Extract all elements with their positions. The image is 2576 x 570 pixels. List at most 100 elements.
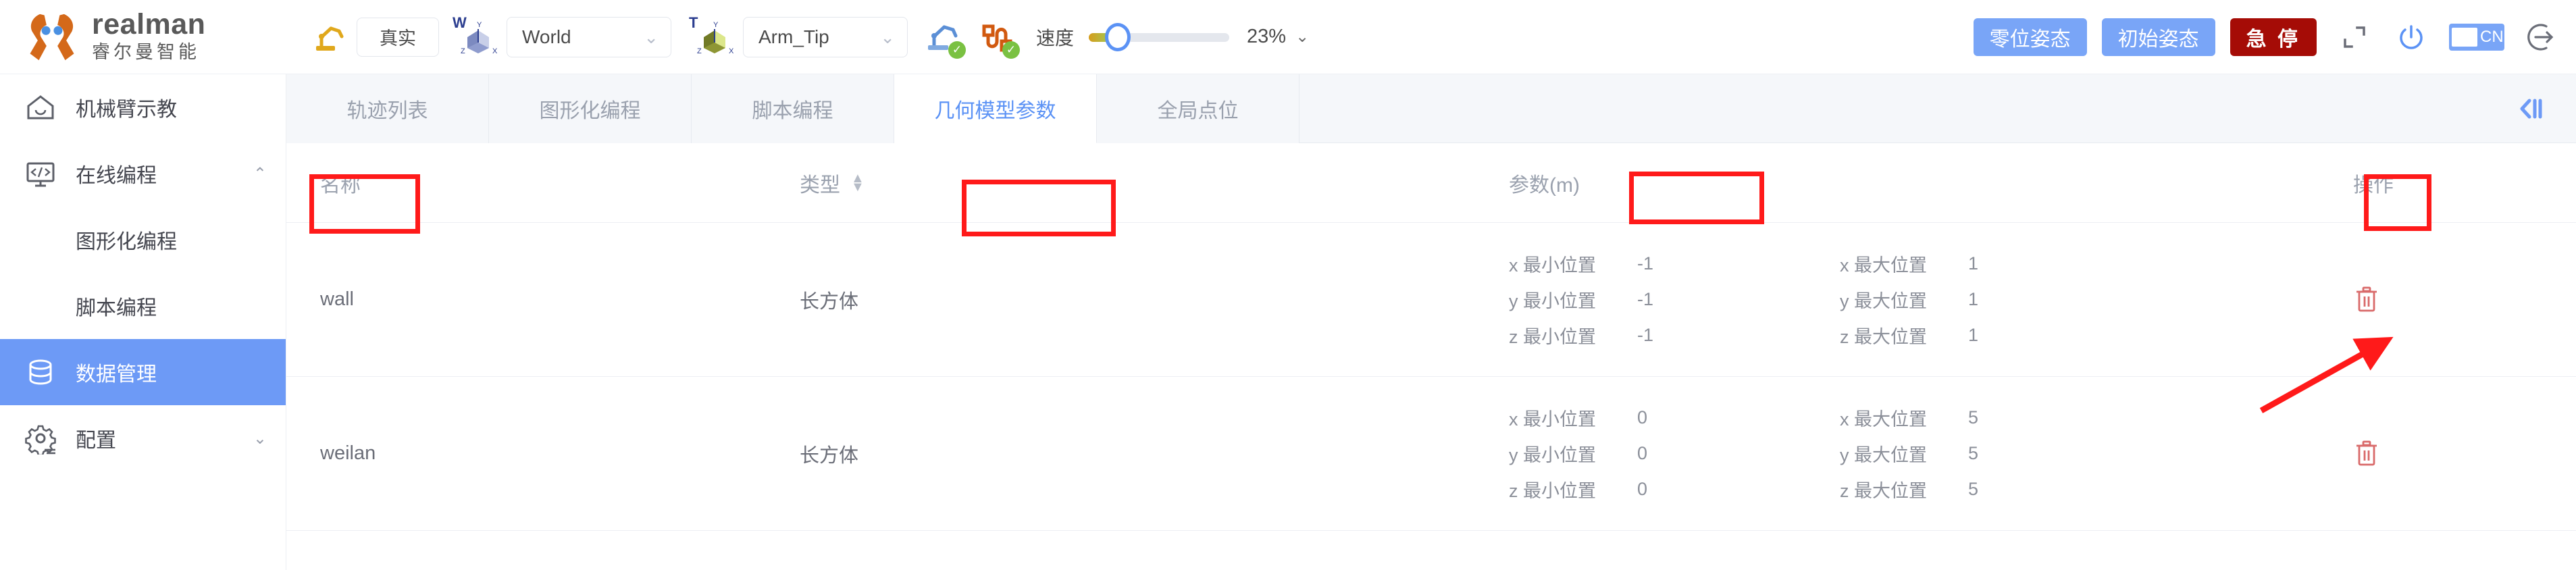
tab-geometry-model-params[interactable]: 几何模型参数 xyxy=(894,74,1097,143)
tab-graphical-programming[interactable]: 图形化编程 xyxy=(489,74,692,143)
param-line: y 最小位置 0 y 最大位置 5 xyxy=(1509,440,2049,467)
param-min-value: -1 xyxy=(1637,325,1654,345)
cable-connected-icon: ✓ xyxy=(979,20,1020,59)
svg-text:Y: Y xyxy=(713,21,719,29)
world-frame-select[interactable]: World ⌄ xyxy=(507,16,671,57)
sidebar-item-script-programming[interactable]: 脚本编程 xyxy=(0,273,286,339)
speed-slider[interactable] xyxy=(1089,22,1230,53)
flag-icon xyxy=(2452,27,2477,47)
svg-text:Y: Y xyxy=(477,21,482,29)
mode-button[interactable]: 真实 xyxy=(357,17,439,57)
tab-bar: 轨迹列表 图形化编程 脚本编程 几何模型参数 全局点位 xyxy=(286,74,2576,143)
database-icon xyxy=(23,355,58,390)
tab-script-programming[interactable]: 脚本编程 xyxy=(692,74,894,143)
tab-global-points[interactable]: 全局点位 xyxy=(1097,74,1299,143)
row-name: weilan xyxy=(320,442,376,464)
param-min-value: 0 xyxy=(1637,407,1648,428)
column-header-param-label: 参数(m) xyxy=(1509,174,1580,197)
emergency-stop-button[interactable]: 急 停 xyxy=(2230,18,2317,56)
app-root: realman 睿尔曼智能 真实 W Y Z X World ⌄ T Y Z X… xyxy=(0,0,2576,570)
cell-params: x 最小位置 0 x 最大位置 5 y 最小位置 0 y 最大位置 5 z 最小… xyxy=(1475,405,2313,502)
sidebar-item-robot-teach[interactable]: 机械臂示教 xyxy=(0,74,286,140)
logout-icon[interactable] xyxy=(2523,18,2561,56)
sidebar: 机械臂示教 在线编程 ⌃ 图形化编程 脚本编程 数据管理 配置 ⌄ xyxy=(0,74,286,570)
param-min-key: x 最小位置 xyxy=(1509,255,1597,276)
zero-pose-label: 零位姿态 xyxy=(1989,28,2071,51)
param-max-value: 5 xyxy=(1968,443,1979,463)
top-toolbar: realman 睿尔曼智能 真实 W Y Z X World ⌄ T Y Z X… xyxy=(0,0,2576,74)
fullscreen-icon[interactable] xyxy=(2336,18,2373,56)
param-min-key: y 最小位置 xyxy=(1509,445,1597,465)
init-pose-button[interactable]: 初始姿态 xyxy=(2101,18,2215,56)
sidebar-item-configuration[interactable]: 配置 ⌄ xyxy=(0,405,286,471)
param-min-key: z 最小位置 xyxy=(1509,481,1597,501)
tab-label: 脚本编程 xyxy=(752,100,833,122)
power-icon[interactable] xyxy=(2392,18,2430,56)
param-line: z 最小位置 0 z 最大位置 5 xyxy=(1509,476,2049,502)
speed-slider-knob[interactable] xyxy=(1105,22,1131,51)
param-line: x 最小位置 0 x 最大位置 5 xyxy=(1509,405,2049,431)
param-max-key: y 最大位置 xyxy=(1840,445,1928,465)
table-row[interactable]: weilan 长方体 x 最小位置 0 x 最大位置 5 y 最小位置 0 y … xyxy=(286,377,2576,531)
cell-operation xyxy=(2313,439,2576,469)
sidebar-item-label: 在线编程 xyxy=(76,165,157,187)
sidebar-item-label: 配置 xyxy=(76,430,116,452)
trash-icon[interactable] xyxy=(2353,285,2380,315)
top-toolbar-right: 零位姿态 初始姿态 急 停 CN xyxy=(1959,18,2576,56)
gear-cloud-icon xyxy=(23,421,58,456)
robot-arm-connected-icon: ✓ xyxy=(925,20,966,59)
language-switch[interactable]: CN xyxy=(2449,23,2504,51)
sidebar-item-graphical-programming[interactable]: 图形化编程 xyxy=(0,207,286,273)
table-row[interactable]: wall 长方体 x 最小位置 -1 x 最大位置 1 y 最小位置 -1 y … xyxy=(286,223,2576,377)
param-min-key: y 最小位置 xyxy=(1509,291,1597,311)
status-check-badge: ✓ xyxy=(1002,41,1020,59)
tab-trajectory-list[interactable]: 轨迹列表 xyxy=(286,74,489,143)
chevron-up-icon: ⌃ xyxy=(253,164,267,183)
param-max-value: 1 xyxy=(1968,253,1979,274)
tab-label: 几何模型参数 xyxy=(934,99,1056,122)
table-header-row: 名称 类型 ▲ ▼ 参数(m) 操作 xyxy=(286,143,2576,223)
sidebar-item-data-management[interactable]: 数据管理 xyxy=(0,339,286,405)
param-min-value: 0 xyxy=(1637,443,1648,463)
sort-arrows-icon[interactable]: ▲ ▼ xyxy=(851,172,865,194)
language-label: CN xyxy=(2480,27,2504,46)
tool-frame-select[interactable]: Arm_Tip ⌄ xyxy=(743,16,908,57)
column-header-type[interactable]: 类型 ▲ ▼ xyxy=(800,168,1475,198)
svg-text:X: X xyxy=(729,47,734,55)
sidebar-item-online-programming[interactable]: 在线编程 ⌃ xyxy=(0,140,286,207)
param-grid: x 最小位置 0 x 最大位置 5 y 最小位置 0 y 最大位置 5 z 最小… xyxy=(1509,405,2049,502)
param-min-key: z 最小位置 xyxy=(1509,327,1597,347)
chevron-down-icon: ⌄ xyxy=(644,26,659,47)
param-max-key: y 最大位置 xyxy=(1840,291,1928,311)
param-min-key: x 最小位置 xyxy=(1509,409,1597,430)
brand-name-en: realman xyxy=(92,7,206,41)
collapse-panel-icon[interactable] xyxy=(2485,74,2576,142)
zero-pose-button[interactable]: 零位姿态 xyxy=(1973,18,2087,56)
svg-text:X: X xyxy=(492,47,498,55)
param-grid: x 最小位置 -1 x 最大位置 1 y 最小位置 -1 y 最大位置 1 z … xyxy=(1509,251,2049,348)
mode-button-label: 真实 xyxy=(380,28,416,49)
column-header-param: 参数(m) xyxy=(1475,168,2313,198)
svg-text:Z: Z xyxy=(697,47,702,55)
param-min-value: -1 xyxy=(1637,253,1654,274)
sidebar-item-label: 数据管理 xyxy=(76,363,157,386)
cell-type: 长方体 xyxy=(800,286,1475,314)
emergency-stop-label: 急 停 xyxy=(2246,28,2300,51)
param-min-value: 0 xyxy=(1637,479,1648,499)
chevron-down-icon[interactable]: ⌄ xyxy=(1295,27,1309,47)
row-name: wall xyxy=(320,288,354,310)
speed-value: 23% xyxy=(1247,26,1287,47)
param-line: y 最小位置 -1 y 最大位置 1 xyxy=(1509,286,2049,313)
geometry-model-table: 名称 类型 ▲ ▼ 参数(m) 操作 wall 长方体 x 最小位置 -1 x … xyxy=(286,143,2576,531)
chevron-down-icon: ⌄ xyxy=(253,429,267,448)
init-pose-label: 初始姿态 xyxy=(2117,28,2199,51)
realman-logo-icon xyxy=(24,11,80,63)
cell-params: x 最小位置 -1 x 最大位置 1 y 最小位置 -1 y 最大位置 1 z … xyxy=(1475,251,2313,348)
param-line: z 最小位置 -1 z 最大位置 1 xyxy=(1509,322,2049,348)
brand-logo[interactable]: realman 睿尔曼智能 xyxy=(0,7,297,64)
row-type: 长方体 xyxy=(800,290,859,313)
trash-icon[interactable] xyxy=(2353,439,2380,469)
param-max-value: 5 xyxy=(1968,407,1979,428)
cell-name: wall xyxy=(286,288,800,311)
main-content: 轨迹列表 图形化编程 脚本编程 几何模型参数 全局点位 名称 类型 ▲ ▼ 参数… xyxy=(286,74,2576,570)
